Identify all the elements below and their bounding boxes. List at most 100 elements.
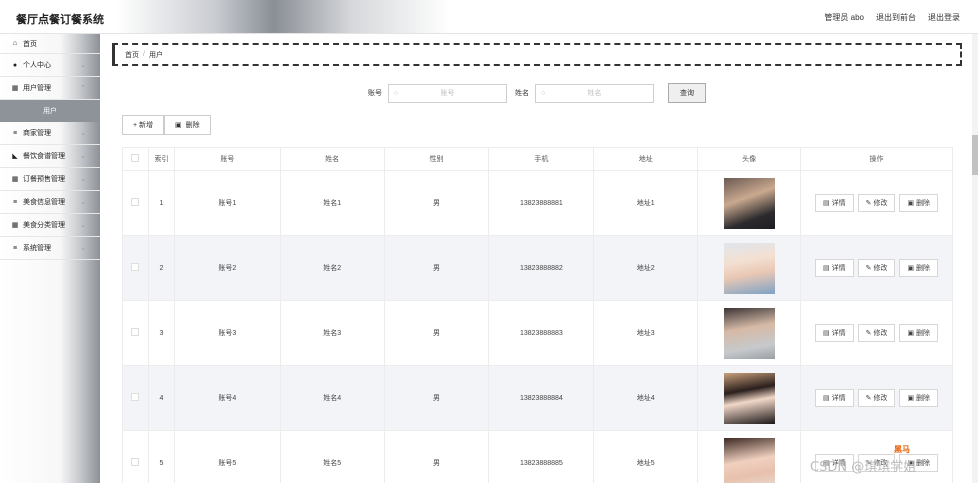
batch-delete-button[interactable]: ▣ 删除 bbox=[164, 115, 211, 135]
sidebar-item-food-info[interactable]: ≡ 美食信息管理 ⌄ bbox=[0, 191, 100, 214]
sidebar-item-users[interactable]: ▦ 用户管理 ⌃ bbox=[0, 77, 100, 100]
table-row: 1 账号1 姓名1 男 13823888881 地址1 ▤ 详情 ✎ 修改 ▣ … bbox=[122, 170, 953, 236]
table-row: 2 账号2 姓名2 男 13823888882 地址2 ▤ 详情 ✎ 修改 ▣ … bbox=[122, 235, 953, 301]
edit-button[interactable]: ✎ 修改 bbox=[857, 194, 896, 212]
detail-button[interactable]: ▤ 详情 bbox=[815, 324, 854, 342]
header-index: 索引 bbox=[147, 147, 175, 171]
edit-button[interactable]: ✎ 修改 bbox=[857, 389, 896, 407]
name-label: 姓名 bbox=[515, 90, 529, 97]
users-table: 索引 账号 姓名 性别 手机 地址 头像 操作 1 账号1 姓名1 男 1382… bbox=[122, 147, 953, 483]
user-icon: ● bbox=[12, 61, 18, 69]
detail-button[interactable]: ▤ 详情 bbox=[815, 194, 854, 212]
edit-button[interactable]: ✎ 修改 bbox=[857, 259, 896, 277]
top-bar: 餐厅点餐订餐系统 管理员 abo 退出到前台 退出登录 bbox=[0, 0, 978, 34]
sidebar-item-system[interactable]: ≡ 系统管理 ⌄ bbox=[0, 237, 100, 260]
breadcrumb: 首页 / 用户 bbox=[112, 43, 962, 66]
trash-icon: ▣ bbox=[907, 395, 915, 402]
cell-address: 地址5 bbox=[593, 430, 699, 483]
table-header-row: 索引 账号 姓名 性别 手机 地址 头像 操作 bbox=[122, 147, 953, 171]
delete-label: 删除 bbox=[916, 200, 931, 207]
sidebar-item-home[interactable]: ⌂ 首页 bbox=[0, 34, 100, 54]
cell-account: 账号5 bbox=[173, 430, 281, 483]
action-buttons: + 新增 ▣ 删除 bbox=[122, 115, 211, 135]
delete-button[interactable]: ▣ 删除 bbox=[899, 389, 939, 407]
chevron-down-icon: ⌄ bbox=[80, 176, 86, 183]
sidebar-item-personal[interactable]: ● 个人中心 ⌄ bbox=[0, 54, 100, 77]
edit-button[interactable]: ✎ 修改 bbox=[857, 324, 896, 342]
grid-icon: ▦ bbox=[11, 85, 19, 92]
query-button[interactable]: 查询 bbox=[668, 83, 706, 103]
delete-label: 删除 bbox=[916, 395, 931, 402]
add-button[interactable]: + 新增 bbox=[122, 115, 165, 135]
exit-to-front-link[interactable]: 退出到前台 bbox=[876, 12, 916, 23]
detail-button[interactable]: ▤ 详情 bbox=[815, 389, 854, 407]
cell-name: 姓名3 bbox=[279, 300, 385, 366]
row-checkbox[interactable] bbox=[131, 458, 140, 466]
search-bar: 账号 ○ 账号 姓名 ○ 姓名 查询 bbox=[368, 83, 706, 103]
edit-label: 修改 bbox=[873, 395, 888, 402]
cell-index: 5 bbox=[147, 430, 175, 483]
detail-label: 详情 bbox=[831, 330, 846, 337]
row-checkbox[interactable] bbox=[131, 393, 140, 401]
cell-phone: 13823888881 bbox=[488, 170, 595, 236]
doc-icon: ▤ bbox=[823, 330, 830, 337]
chevron-down-icon: ⌄ bbox=[80, 130, 86, 137]
header-phone: 手机 bbox=[488, 147, 595, 171]
delete-label: 删除 bbox=[916, 330, 931, 337]
sidebar-item-merchant[interactable]: ≡ 商家管理 ⌄ bbox=[0, 122, 100, 145]
cell-account: 账号3 bbox=[173, 300, 281, 366]
account-search-input[interactable]: ○ 账号 bbox=[388, 83, 507, 103]
sidebar-item-label: 商家管理 bbox=[23, 130, 51, 137]
list-icon: ≡ bbox=[12, 129, 18, 137]
sidebar-item-presale[interactable]: ▦ 订餐预售管理 ⌄ bbox=[0, 168, 100, 191]
app-title: 餐厅点餐订餐系统 bbox=[16, 14, 104, 26]
cell-gender: 男 bbox=[383, 430, 490, 483]
delete-button[interactable]: ▣ 删除 bbox=[899, 259, 939, 277]
cell-address: 地址1 bbox=[593, 170, 699, 236]
sidebar-item-food-category[interactable]: ▦ 美食分类管理 ⌄ bbox=[0, 214, 100, 237]
select-all-checkbox[interactable] bbox=[131, 154, 140, 162]
sidebar-item-label: 订餐预售管理 bbox=[23, 176, 65, 183]
list-icon: ≡ bbox=[12, 198, 18, 206]
logout-link[interactable]: 退出登录 bbox=[928, 12, 960, 23]
scrollbar-thumb[interactable] bbox=[972, 135, 978, 175]
row-checkbox[interactable] bbox=[131, 328, 140, 336]
home-icon: ⌂ bbox=[12, 40, 18, 47]
detail-label: 详情 bbox=[831, 265, 846, 272]
delete-button[interactable]: ▣ 删除 bbox=[899, 194, 939, 212]
sidebar: ⌂ 首页 ● 个人中心 ⌄ ▦ 用户管理 ⌃ 用户 ≡ 商家管理 ⌄ ◣ 餐饮食… bbox=[0, 34, 100, 483]
sidebar-item-label: 个人中心 bbox=[23, 62, 51, 69]
cell-phone: 13823888885 bbox=[488, 430, 595, 483]
row-checkbox[interactable] bbox=[131, 263, 140, 271]
doc-icon: ▤ bbox=[823, 265, 830, 272]
shop-icon: ◣ bbox=[12, 153, 18, 160]
grid-icon: ▦ bbox=[11, 222, 19, 229]
sidebar-subitem-user[interactable]: 用户 bbox=[0, 100, 100, 122]
edit-label: 修改 bbox=[873, 200, 888, 207]
delete-label: 删除 bbox=[916, 265, 931, 272]
pencil-icon: ✎ bbox=[865, 330, 872, 337]
detail-label: 详情 bbox=[831, 200, 846, 207]
list-icon: ≡ bbox=[12, 244, 18, 252]
cell-account: 账号4 bbox=[173, 365, 281, 431]
cell-index: 1 bbox=[147, 170, 175, 236]
header-avatar: 头像 bbox=[697, 147, 802, 171]
batch-delete-label: 删除 bbox=[185, 122, 200, 129]
page-scrollbar[interactable] bbox=[972, 34, 978, 483]
table-row: 3 账号3 姓名3 男 13823888883 地址3 ▤ 详情 ✎ 修改 ▣ … bbox=[122, 300, 953, 366]
chevron-down-icon: ⌄ bbox=[80, 199, 86, 206]
delete-button[interactable]: ▣ 删除 bbox=[899, 324, 939, 342]
cell-phone: 13823888882 bbox=[488, 235, 595, 301]
cell-address: 地址3 bbox=[593, 300, 699, 366]
breadcrumb-home[interactable]: 首页 bbox=[125, 50, 139, 60]
header-gender: 性别 bbox=[383, 147, 490, 171]
cell-phone: 13823888883 bbox=[488, 300, 595, 366]
chevron-down-icon: ⌄ bbox=[80, 245, 86, 252]
select-all-cell[interactable] bbox=[122, 147, 149, 171]
sidebar-item-label: 首页 bbox=[23, 40, 37, 48]
edit-label: 修改 bbox=[873, 265, 888, 272]
sidebar-item-recipe[interactable]: ◣ 餐饮食谱管理 ⌄ bbox=[0, 145, 100, 168]
name-search-input[interactable]: ○ 姓名 bbox=[535, 83, 654, 103]
row-checkbox[interactable] bbox=[131, 198, 140, 206]
detail-button[interactable]: ▤ 详情 bbox=[815, 259, 854, 277]
